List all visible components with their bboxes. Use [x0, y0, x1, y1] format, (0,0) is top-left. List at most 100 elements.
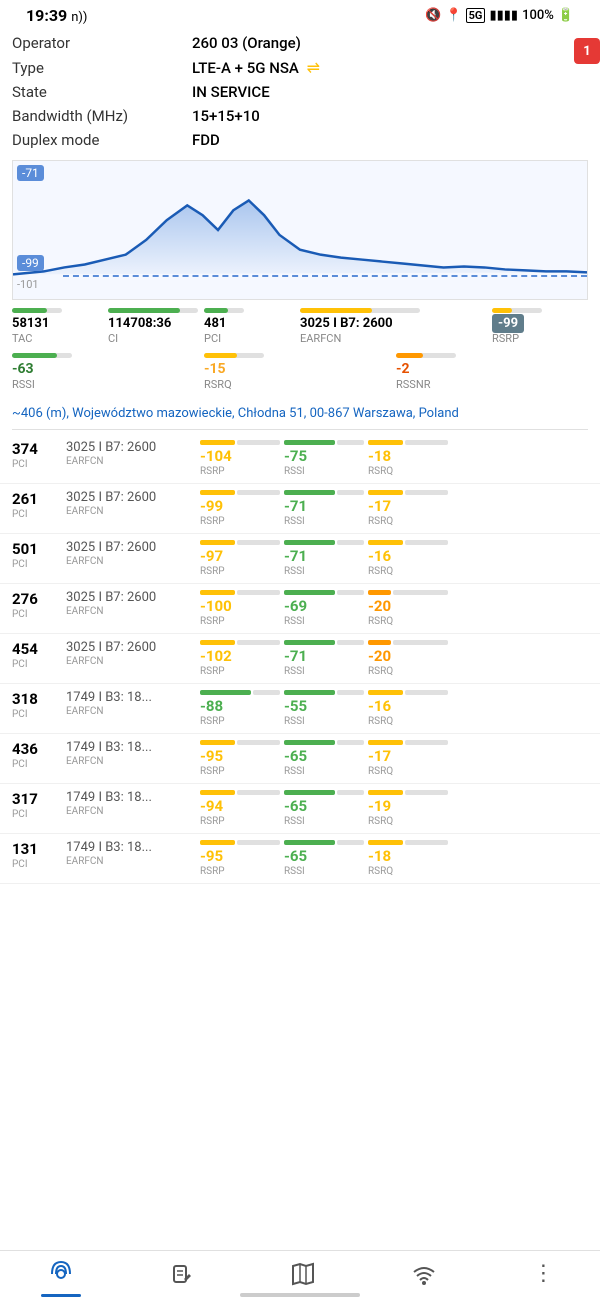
bandwidth-label: Bandwidth (MHz)	[12, 107, 192, 125]
cell-earfcn-label: EARFCN	[66, 756, 196, 767]
rsrq-bar-row	[368, 840, 448, 845]
cell-row: 501 PCI 3025 I B7: 2600 EARFCN -97 RSRP …	[0, 534, 600, 584]
cell-rsrp-label: RSRP	[200, 716, 280, 727]
ci-metric: 114708:36 CI	[108, 308, 204, 345]
tac-value: 58131	[12, 316, 108, 331]
nav-wifi[interactable]	[411, 1261, 437, 1287]
rssnr-metric: -2 RSSNR	[396, 353, 588, 391]
rsrp-value: -99	[492, 316, 588, 331]
cell-rsrp-col: -94 RSRP	[200, 790, 280, 827]
cell-earfcn-col: 1749 I B3: 18... EARFCN	[66, 790, 196, 817]
cell-earfcn-col: 1749 I B3: 18... EARFCN	[66, 840, 196, 867]
cell-rssi-col: -65 RSSI	[284, 790, 364, 827]
cell-rsrp-value: -95	[200, 747, 280, 765]
rsrq-bar-row	[368, 640, 448, 645]
rssi-bar-row	[284, 740, 364, 745]
cell-list: 374 PCI 3025 I B7: 2600 EARFCN -104 RSRP…	[0, 434, 600, 884]
cell-rsrq-col: -18 RSRQ	[368, 440, 448, 477]
cell-rssi-value: -75	[284, 447, 364, 465]
ci-value: 114708:36	[108, 316, 204, 331]
rsrp-bar-row	[200, 490, 280, 495]
rsrq-bar-row	[368, 740, 448, 745]
rssnr-label: RSSNR	[396, 378, 588, 391]
nav-map[interactable]	[290, 1261, 316, 1287]
type-row: Type LTE-A + 5G NSA ⇌	[12, 55, 588, 80]
mute-icon: 🔇	[425, 8, 441, 23]
cell-rssi-col: -65 RSSI	[284, 740, 364, 777]
cell-rsrq-label: RSRQ	[368, 466, 448, 477]
duplex-label: Duplex mode	[12, 131, 192, 149]
chart-top-label: -71	[17, 165, 44, 181]
cell-rsrq-value: -18	[368, 847, 448, 865]
cell-rsrq-value: -20	[368, 647, 448, 665]
cell-rssi-value: -71	[284, 497, 364, 515]
rssi-bar-row	[284, 440, 364, 445]
cell-pci-label: PCI	[12, 559, 62, 570]
cell-earfcn-value: 1749 I B3: 18...	[66, 740, 196, 755]
cell-rsrq-label: RSRQ	[368, 716, 448, 727]
rsrp-bar-row	[200, 540, 280, 545]
rsrp-bar-row	[200, 740, 280, 745]
cell-earfcn-label: EARFCN	[66, 806, 196, 817]
cell-rsrp-col: -95 RSRP	[200, 840, 280, 877]
cell-pci-col: 317 PCI	[12, 790, 62, 820]
cell-rssi-col: -75 RSSI	[284, 440, 364, 477]
cell-rsrp-value: -94	[200, 797, 280, 815]
cell-row: 276 PCI 3025 I B7: 2600 EARFCN -100 RSRP…	[0, 584, 600, 634]
cell-rsrq-label: RSRQ	[368, 816, 448, 827]
rsrp-bar-row	[200, 840, 280, 845]
nav-more[interactable]: ⋮	[532, 1263, 552, 1285]
cell-earfcn-value: 1749 I B3: 18...	[66, 840, 196, 855]
cell-pci-value: 276	[12, 590, 62, 608]
rsrq-bar-row	[368, 790, 448, 795]
cell-rsrp-value: -88	[200, 697, 280, 715]
pci-label: PCI	[204, 332, 300, 345]
earfcn-label: EARFCN	[300, 332, 492, 345]
cell-rssi-col: -55 RSSI	[284, 690, 364, 727]
cell-rsrq-value: -20	[368, 597, 448, 615]
cell-rsrq-value: -17	[368, 497, 448, 515]
cell-rssi-label: RSSI	[284, 516, 364, 527]
cell-rsrp-value: -95	[200, 847, 280, 865]
cell-row: 261 PCI 3025 I B7: 2600 EARFCN -99 RSRP …	[0, 484, 600, 534]
nav-edit[interactable]	[169, 1261, 195, 1287]
network-5g-icon: 5G	[466, 8, 486, 23]
cell-earfcn-value: 3025 I B7: 2600	[66, 590, 196, 605]
cell-pci-col: 261 PCI	[12, 490, 62, 520]
cell-earfcn-col: 3025 I B7: 2600 EARFCN	[66, 490, 196, 517]
cell-rssi-value: -65	[284, 747, 364, 765]
cell-rsrp-value: -102	[200, 647, 280, 665]
status-time: 19:39 n))	[26, 6, 87, 25]
cell-earfcn-col: 1749 I B3: 18... EARFCN	[66, 690, 196, 717]
battery-icon: 🔋	[558, 8, 574, 23]
cell-pci-value: 436	[12, 740, 62, 758]
rssnr-value: -2	[396, 361, 588, 377]
rsrp-bar-row	[200, 440, 280, 445]
cell-rssi-value: -71	[284, 647, 364, 665]
cell-earfcn-col: 3025 I B7: 2600 EARFCN	[66, 540, 196, 567]
rssi-metric: -63 RSSI	[12, 353, 204, 391]
cell-rsrp-col: -99 RSRP	[200, 490, 280, 527]
cell-earfcn-label: EARFCN	[66, 656, 196, 667]
cell-rsrq-col: -17 RSRQ	[368, 490, 448, 527]
cell-rssi-col: -65 RSSI	[284, 840, 364, 877]
location-text: ~406 (m), Województwo mazowieckie, Chłod…	[12, 399, 588, 430]
chart-bottom-label: -99	[17, 255, 44, 271]
notification-badge[interactable]: 1	[574, 38, 600, 64]
rssi-bar-row	[284, 840, 364, 845]
cell-earfcn-label: EARFCN	[66, 606, 196, 617]
cell-rsrp-label: RSRP	[200, 766, 280, 777]
cell-pci-label: PCI	[12, 859, 62, 870]
rsrq-bar-row	[368, 690, 448, 695]
cell-earfcn-label: EARFCN	[66, 456, 196, 467]
cell-rssi-label: RSSI	[284, 816, 364, 827]
rsrp-bar-row	[200, 640, 280, 645]
cell-rsrp-col: -97 RSRP	[200, 540, 280, 577]
cell-earfcn-label: EARFCN	[66, 706, 196, 717]
status-icons: 🔇 📍 5G ▮▮▮▮ 100% 🔋	[425, 8, 574, 23]
cell-earfcn-value: 3025 I B7: 2600	[66, 440, 196, 455]
rssi-label: RSSI	[12, 378, 204, 391]
cell-pci-value: 454	[12, 640, 62, 658]
nav-signal[interactable]	[48, 1261, 74, 1287]
cell-rsrq-value: -19	[368, 797, 448, 815]
